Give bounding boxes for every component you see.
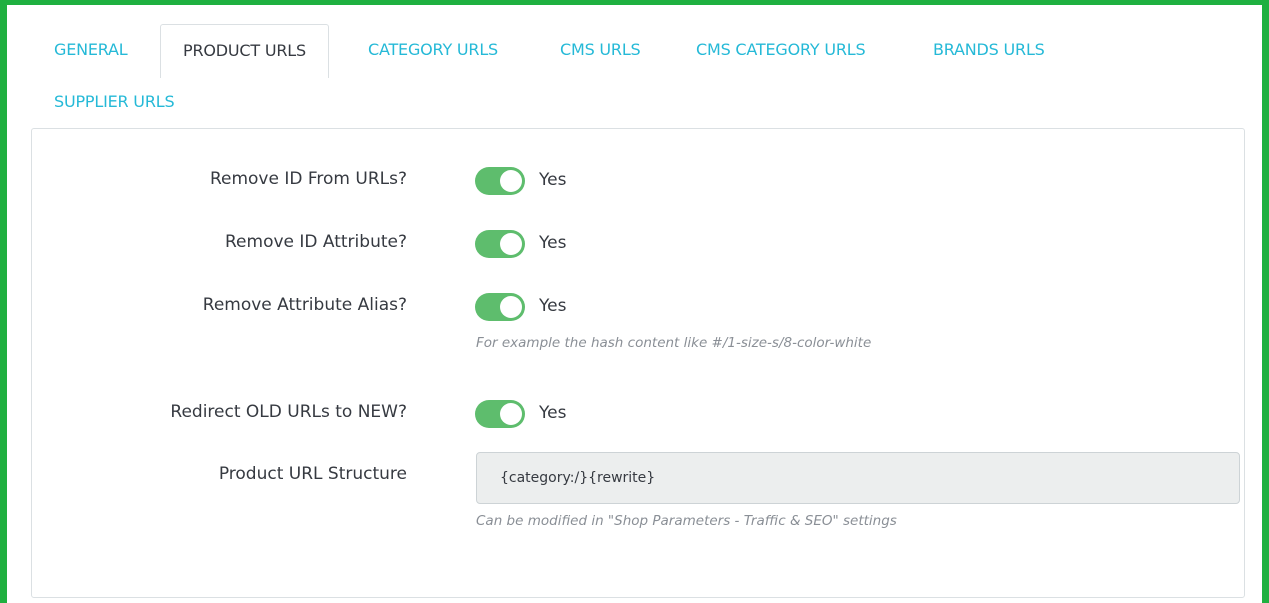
tab-category-urls[interactable]: CATEGORY URLS — [368, 24, 498, 76]
redirect-old-urls-label: Redirect OLD URLs to NEW? — [170, 402, 407, 422]
settings-frame: GENERAL PRODUCT URLS CATEGORY URLS CMS U… — [0, 0, 1269, 603]
redirect-old-urls-switch[interactable] — [475, 400, 525, 428]
tab-supplier-urls[interactable]: SUPPLIER URLS — [54, 76, 175, 128]
switch-knob — [500, 296, 522, 318]
tab-general[interactable]: GENERAL — [54, 24, 128, 76]
remove-attribute-alias-label: Remove Attribute Alias? — [202, 295, 407, 315]
remove-id-urls-value: Yes — [539, 170, 567, 190]
remove-attribute-alias-help: For example the hash content like #/1-si… — [476, 335, 872, 351]
switch-knob — [500, 233, 522, 255]
remove-attribute-alias-switch[interactable] — [475, 293, 525, 321]
switch-knob — [500, 170, 522, 192]
product-urls-panel: Remove ID From URLs? Yes Remove ID Attri… — [31, 128, 1245, 598]
tab-brands-urls[interactable]: BRANDS URLS — [933, 24, 1045, 76]
tab-product-urls[interactable]: PRODUCT URLS — [160, 24, 329, 78]
product-url-structure-input[interactable]: {category:/}{rewrite} — [476, 452, 1240, 504]
remove-id-attribute-label: Remove ID Attribute? — [225, 232, 407, 252]
remove-id-attribute-value: Yes — [539, 233, 567, 253]
product-url-structure-help: Can be modified in "Shop Parameters - Tr… — [476, 513, 897, 529]
redirect-old-urls-value: Yes — [539, 403, 567, 423]
product-url-structure-label: Product URL Structure — [218, 464, 407, 484]
remove-id-attribute-switch[interactable] — [475, 230, 525, 258]
remove-id-urls-label: Remove ID From URLs? — [209, 169, 407, 189]
tab-bar: GENERAL PRODUCT URLS CATEGORY URLS CMS U… — [7, 5, 1262, 135]
remove-id-urls-switch[interactable] — [475, 167, 525, 195]
switch-knob — [500, 403, 522, 425]
remove-attribute-alias-value: Yes — [539, 296, 567, 316]
tab-cms-category-urls[interactable]: CMS CATEGORY URLS — [696, 24, 866, 76]
tab-cms-urls[interactable]: CMS URLS — [560, 24, 641, 76]
